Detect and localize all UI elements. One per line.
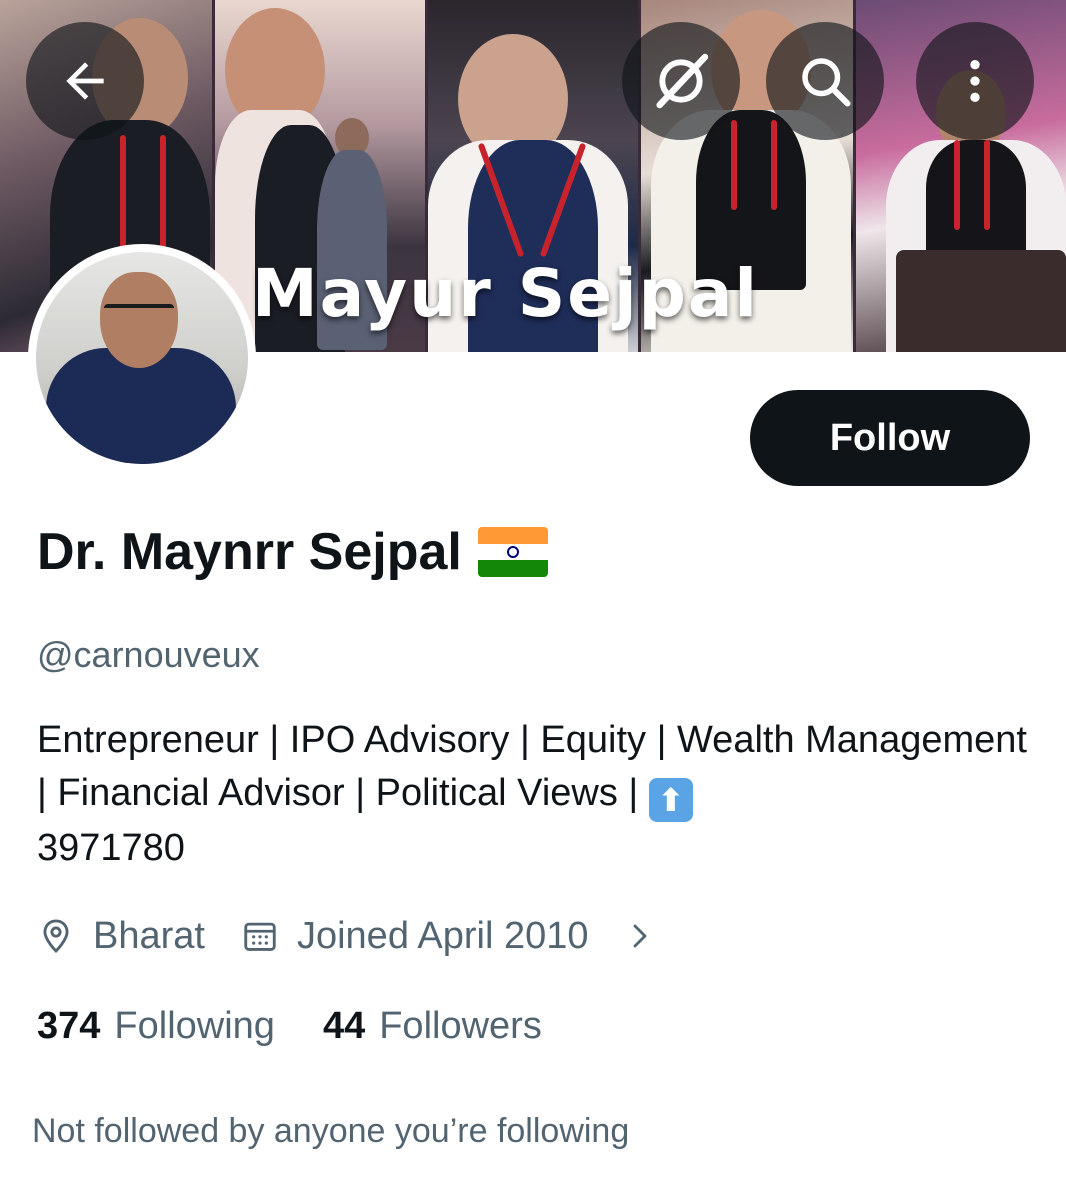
followers-label: Followers xyxy=(379,1004,542,1047)
back-button[interactable] xyxy=(26,22,144,140)
followers-link[interactable]: 44 Followers xyxy=(323,1005,542,1048)
india-flag-icon xyxy=(477,527,548,577)
calendar-icon xyxy=(244,922,276,951)
mutual-followers-note: Not followed by anyone you’re following xyxy=(32,1112,630,1150)
display-name: Dr. Maynrr Sejpal xyxy=(37,523,462,581)
avatar[interactable] xyxy=(28,244,256,472)
bio-text: Entrepreneur | IPO Advisory | Equity | W… xyxy=(37,719,1027,814)
display-name-row: Dr. Maynrr Sejpal xyxy=(37,522,548,582)
following-link[interactable]: 374 Following xyxy=(37,1005,275,1048)
up-arrow-icon: ⬆ xyxy=(648,778,693,822)
search-button[interactable] xyxy=(766,22,884,140)
follow-button[interactable]: Follow xyxy=(750,390,1030,486)
bio: Entrepreneur | IPO Advisory | Equity | W… xyxy=(37,714,1027,875)
joined-text: Joined April 2010 xyxy=(296,914,589,957)
arrow-left-icon xyxy=(66,62,104,100)
follow-stats: 374 Following 44 Followers xyxy=(37,998,542,1054)
avatar-photo xyxy=(36,252,248,464)
joined-date[interactable]: Joined April 2010 xyxy=(241,915,655,958)
location-text: Bharat xyxy=(93,914,205,957)
following-label: Following xyxy=(114,1004,275,1047)
grok-icon xyxy=(656,53,709,109)
following-count: 374 xyxy=(37,1004,101,1047)
search-icon xyxy=(802,58,851,107)
followers-count: 44 xyxy=(322,1004,366,1047)
grok-button[interactable] xyxy=(622,22,740,140)
banner-title: Mayur Sejpal xyxy=(252,255,760,332)
bio-suffix: 3971780 xyxy=(37,827,185,869)
location: Bharat xyxy=(37,915,205,958)
more-options-button[interactable] xyxy=(916,22,1034,140)
user-handle: @carnouveux xyxy=(37,634,260,675)
more-vertical-icon xyxy=(970,60,980,102)
profile-page: Mayur Sejpal Follow Dr. Maynrr Sejpal @c… xyxy=(0,0,1066,1200)
location-pin-icon xyxy=(43,919,69,954)
profile-meta: Bharat Joined April 2010 xyxy=(37,908,655,964)
chevron-right-icon xyxy=(633,924,646,948)
